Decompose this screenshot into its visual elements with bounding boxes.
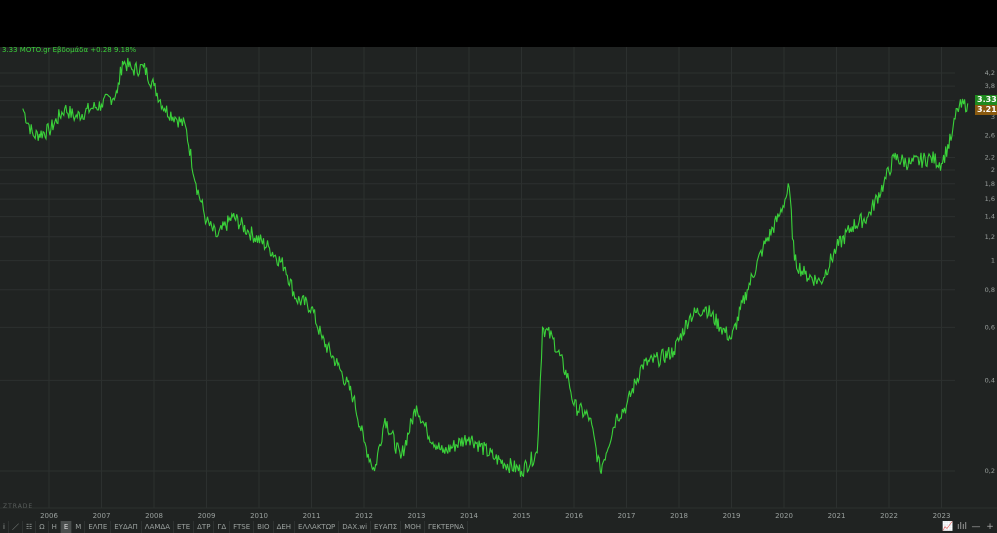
y-tick-label: 2,6 <box>985 132 995 140</box>
price-line <box>22 57 969 478</box>
x-tick-label: 2018 <box>670 512 688 520</box>
x-tick-label: 2015 <box>513 512 531 520</box>
y-tick-label: 2 <box>991 166 995 174</box>
toolbar-item[interactable]: DAX.wi <box>339 521 372 533</box>
toolbar-item[interactable]: ΕΥΑΠΣ <box>371 521 402 533</box>
y-tick-label: 1,2 <box>985 233 995 241</box>
zoom-tool-button[interactable]: ılıl <box>955 521 969 533</box>
x-tick-label: 2014 <box>460 512 478 520</box>
y-tick-label: 1,6 <box>985 195 995 203</box>
y-tick-label: 3,8 <box>985 82 995 90</box>
x-tick-label: 2010 <box>250 512 268 520</box>
x-tick-label: 2016 <box>565 512 583 520</box>
y-tick-label: 1,8 <box>985 180 995 188</box>
y-tick-label: 4,2 <box>985 69 995 77</box>
last-price-tag: 3.33 <box>975 95 997 106</box>
toolbar-item[interactable]: ☷ <box>23 521 37 533</box>
x-tick-label: 2012 <box>355 512 373 520</box>
toolbar-item[interactable]: ΜΟΗ <box>401 521 426 533</box>
y-tick-label: 0,6 <box>985 323 995 331</box>
toolbar-item[interactable]: ΕΛΠΕ <box>85 521 112 533</box>
ref-price-tag: 3.21 <box>975 105 997 116</box>
symbol-toolbar: i ／ ☷ Ω Η Ε Μ ΕΛΠΕ ΕΥΔΑΠ ΛΑΜΔΑ ΕΤΕ ΔΤΡ ΓΔ FTSE ΒΙΟ ΔΕΗ Ε… <box>0 521 997 533</box>
y-tick-label: 0,2 <box>985 467 995 475</box>
x-tick-label: 2020 <box>775 512 793 520</box>
x-tick-label: 2007 <box>93 512 111 520</box>
toolbar-item[interactable]: ΕΥΔΑΠ <box>111 521 142 533</box>
toolbar-item[interactable]: Ω <box>36 521 49 533</box>
toolbar-item[interactable]: i <box>0 521 9 533</box>
toolbar-item[interactable]: ／ <box>9 521 23 533</box>
y-tick-label: 0,8 <box>985 286 995 294</box>
x-tick-label: 2006 <box>40 512 58 520</box>
x-tick-label: 2017 <box>618 512 636 520</box>
toolbar-item[interactable]: ΒΙΟ <box>254 521 274 533</box>
y-tick-label: 1,4 <box>985 213 995 221</box>
chart-legend: 3.33 MOTO.gr Εβδομάδα +0.28 9.18% <box>2 46 137 54</box>
toolbar-item[interactable]: Μ <box>72 521 86 533</box>
zoom-tool-button[interactable]: 📈 <box>941 521 955 533</box>
x-tick-label: 2009 <box>198 512 216 520</box>
toolbar-item[interactable]: ΛΑΜΔΑ <box>142 521 174 533</box>
zoom-tools: 📈 ılıl — + <box>941 521 997 533</box>
toolbar-item[interactable]: FTSE <box>230 521 255 533</box>
y-tick-label: 0,4 <box>985 376 995 384</box>
toolbar-item[interactable]: ΕΤΕ <box>174 521 195 533</box>
y-tick-label: 2,2 <box>985 154 995 162</box>
price-chart[interactable]: 2006 2007 2008 2009 2010 2011 2012 2013 2014 2015… <box>0 0 997 533</box>
toolbar-item[interactable]: ΕΛΛΑΚΤΩΡ <box>295 521 340 533</box>
brand-watermark: ZTRADE <box>3 503 34 510</box>
toolbar-item[interactable]: Ε <box>60 521 73 533</box>
x-tick-label: 2023 <box>933 512 951 520</box>
toolbar-item[interactable]: ΓΔ <box>214 521 231 533</box>
x-tick-label: 2022 <box>880 512 898 520</box>
zoom-tool-button[interactable]: — <box>969 521 983 533</box>
toolbar-item[interactable]: ΓΕΚΤΕΡΝΑ <box>425 521 468 533</box>
x-tick-label: 2013 <box>408 512 426 520</box>
x-tick-label: 2008 <box>145 512 163 520</box>
toolbar-item[interactable]: ΔΕΗ <box>274 521 296 533</box>
x-tick-label: 2011 <box>303 512 321 520</box>
zoom-tool-button[interactable]: + <box>983 521 997 533</box>
toolbar-item[interactable]: ΔΤΡ <box>194 521 215 533</box>
y-tick-label: 1 <box>991 257 995 265</box>
toolbar-item[interactable]: Η <box>49 521 61 533</box>
x-tick-label: 2021 <box>828 512 846 520</box>
x-tick-label: 2019 <box>723 512 741 520</box>
